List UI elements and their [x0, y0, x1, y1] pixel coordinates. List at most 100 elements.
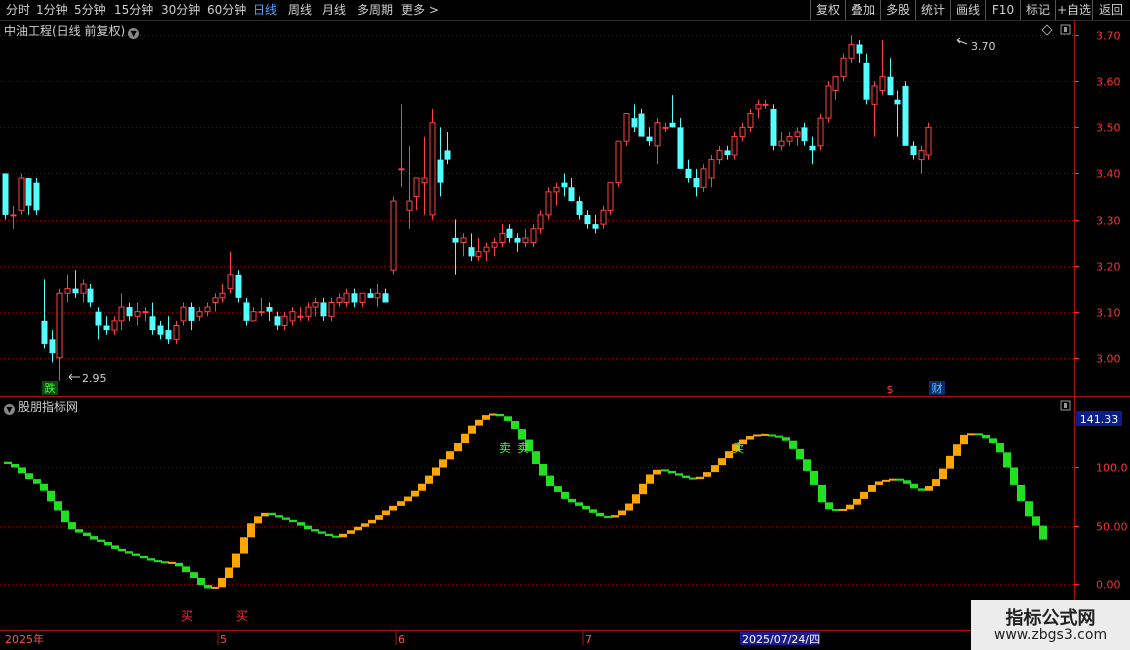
indicator-bar: [375, 515, 383, 520]
indicator-bar: [97, 539, 105, 542]
candle: [623, 113, 630, 146]
candle-body: [724, 150, 731, 156]
indicator-bar: [554, 486, 562, 492]
candle-body: [506, 228, 513, 238]
indicator-bar: [18, 467, 26, 474]
candle-body: [545, 191, 552, 216]
indicator-bar: [618, 510, 626, 516]
indicator-bar: [468, 425, 476, 434]
candle-body: [320, 302, 327, 317]
candle: [786, 131, 793, 146]
candle: [739, 122, 746, 142]
indicator-bar: [1025, 501, 1033, 517]
candle: [693, 168, 700, 197]
candle: [359, 292, 366, 308]
indicator-title[interactable]: ▼ 股朋指标网: [4, 398, 78, 415]
candle: [196, 307, 203, 321]
event-marker-finance-label: 财: [932, 381, 943, 395]
candle: [95, 307, 102, 340]
candle-body: [910, 145, 917, 156]
candle: [731, 131, 738, 160]
indicator-tick-label: 0.00: [1096, 579, 1121, 592]
candle-body: [514, 237, 521, 243]
indicator-bar: [75, 529, 83, 533]
indicator-bar: [1039, 525, 1047, 540]
indicator-bar: [397, 501, 405, 506]
candle: [49, 330, 56, 363]
candle-body: [72, 288, 79, 294]
indicator-bar: [83, 532, 91, 537]
candle-body: [600, 209, 607, 225]
candle-body: [227, 274, 234, 290]
candle-body: [700, 168, 707, 188]
indicator-bar: [254, 516, 262, 524]
chevron-down-icon[interactable]: ▼: [4, 404, 15, 415]
candle: [2, 173, 9, 220]
chevron-down-icon[interactable]: ▼: [128, 28, 140, 39]
candle: [879, 39, 886, 96]
diamond-icon[interactable]: [1041, 24, 1053, 36]
indicator-bar: [354, 526, 362, 531]
candle: [747, 108, 754, 132]
candle-body: [902, 85, 909, 146]
indicator-axis: 100.0 50.00 0.00: [1074, 462, 1128, 592]
indicator-bar: [975, 433, 983, 436]
sell-signal-label: 卖: [517, 441, 529, 455]
candle-body: [421, 177, 428, 184]
candle: [794, 127, 801, 146]
candle: [832, 76, 839, 100]
buy-signal-label: 买: [236, 609, 248, 623]
candle-body: [677, 127, 684, 169]
candle: [111, 316, 118, 335]
indicator-bar: [511, 420, 519, 430]
candle: [468, 233, 475, 261]
candle-body: [716, 149, 723, 161]
candle-body: [343, 292, 350, 303]
indicator-bar: [40, 483, 48, 491]
price-tick-label: 3.00: [1096, 353, 1121, 366]
candle: [770, 104, 777, 151]
indicator-bar: [347, 530, 355, 534]
candle-body: [289, 311, 296, 322]
indicator-bar: [1010, 467, 1018, 485]
event-marker-dividend[interactable]: $: [887, 383, 894, 396]
candle: [274, 311, 281, 331]
candle-body: [312, 301, 319, 308]
candle: [219, 284, 226, 303]
indicator-bar: [875, 481, 883, 485]
low-price-label: 2.95: [82, 372, 107, 385]
candle: [871, 81, 878, 137]
indicator-bar: [604, 515, 612, 518]
candle: [421, 136, 428, 215]
indicator-bar: [432, 467, 440, 476]
indicator-bar: [111, 545, 119, 549]
candle-body: [918, 149, 925, 161]
main-chart-title[interactable]: 中油工程(日线 前复权) ▼: [4, 22, 140, 39]
indicator-bar: [461, 433, 469, 444]
candle: [212, 293, 219, 312]
indicator-bar: [796, 448, 804, 460]
candle: [390, 196, 397, 275]
candle: [530, 224, 537, 248]
candle-body: [180, 306, 187, 322]
indicator-bar: [989, 438, 997, 444]
candle-body: [755, 103, 762, 110]
candle-body: [336, 297, 343, 303]
candle-body: [382, 293, 389, 303]
indicator-bar: [868, 484, 876, 492]
candle: [584, 210, 591, 229]
candle: [351, 288, 358, 308]
candle-body: [708, 159, 715, 179]
candle-body: [483, 246, 490, 253]
indicator-bar: [140, 555, 148, 559]
sell-signal-label: 卖: [499, 441, 511, 455]
indicator-bar: [361, 523, 369, 527]
candle-body: [537, 214, 544, 230]
candle: [374, 284, 381, 308]
indicator-bar: [104, 541, 112, 546]
candle-body: [561, 182, 568, 188]
main-chart-title-text: 中油工程(日线 前复权): [4, 24, 126, 38]
candle-body: [103, 325, 110, 331]
indicator-bar: [896, 478, 904, 481]
indicator-bar: [182, 566, 190, 573]
